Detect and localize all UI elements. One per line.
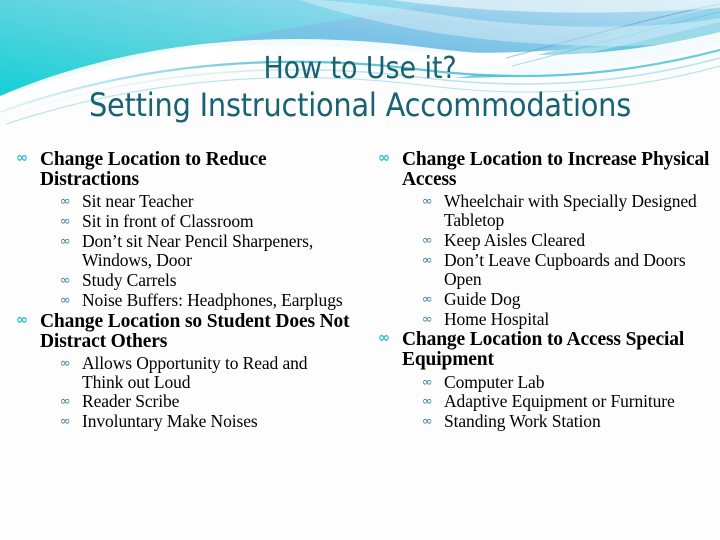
sub-list: ∞ Computer Lab ∞ Adaptive Equipment or F… (421, 371, 712, 432)
slide-title: How to Use it? Setting Instructional Acc… (0, 51, 720, 124)
sub-list: ∞ Allows Opportunity to Read and Think o… (59, 352, 350, 432)
presentation-slide: How to Use it? Setting Instructional Acc… (0, 0, 720, 540)
list-item-label: Change Location to Access Special Equipm… (402, 329, 685, 371)
list-item: ∞ Guide Dog (421, 288, 712, 309)
list-item-label: Wheelchair with Specially Designed Table… (444, 191, 697, 231)
list-item-heading: ∞ Change Location to Increase Physical A… (377, 149, 712, 328)
flourish-bullet-icon: ∞ (377, 330, 390, 347)
list-item-label: Computer Lab (444, 371, 545, 392)
list-item: ∞ Allows Opportunity to Read and Think o… (59, 352, 350, 392)
list-item-label: Allows Opportunity to Read and Think out… (82, 352, 308, 392)
list-item: ∞ Home Hospital (421, 308, 712, 329)
right-column: ∞ Change Location to Increase Physical A… (360, 149, 720, 433)
list-item: ∞ Study Carrels (59, 269, 350, 290)
list-item-heading: ∞ Change Location to Access Special Equi… (378, 330, 712, 431)
flourish-bullet-icon: ∞ (421, 231, 433, 247)
flourish-bullet-icon: ∞ (15, 150, 28, 166)
flourish-bullet-icon: ∞ (59, 291, 71, 307)
list-item-label: Don’t sit Near Pencil Sharpeners, Window… (82, 230, 314, 270)
flourish-bullet-icon: ∞ (421, 373, 433, 389)
list-item: ∞ Keep Aisles Cleared (421, 229, 712, 250)
list-item: ∞ Don’t sit Near Pencil Sharpeners, Wind… (60, 232, 350, 270)
list-item-label: Standing Work Station (444, 411, 601, 432)
list-item-label: Study Carrels (82, 269, 177, 290)
list-item-label: Reader Scribe (82, 391, 180, 412)
left-column: ∞ Change Location to Reduce Distractions… (0, 149, 360, 433)
list-item: ∞ Adaptive Equipment or Furniture (422, 392, 712, 411)
list-item-label: Home Hospital (444, 308, 550, 329)
flourish-bullet-icon: ∞ (59, 393, 71, 409)
flourish-bullet-icon: ∞ (421, 193, 433, 209)
flourish-bullet-icon: ∞ (59, 193, 71, 209)
list-item: ∞ Involuntary Make Noises (60, 412, 350, 431)
list-item-label: Keep Aisles Cleared (444, 229, 585, 250)
list-item-label: Noise Buffers: Headphones, Earplugs (82, 289, 343, 310)
list-item-label: Change Location so Student Does Not Dist… (40, 310, 350, 352)
list-item: ∞ Don’t Leave Cupboards and Doors Open (421, 249, 712, 289)
flourish-bullet-icon: ∞ (421, 310, 433, 326)
flourish-bullet-icon: ∞ (421, 290, 433, 306)
list-item-label: Sit near Teacher (82, 191, 194, 212)
list-item-label: Don’t Leave Cupboards and Doors Open (444, 249, 686, 289)
flourish-bullet-icon: ∞ (421, 251, 433, 267)
flourish-bullet-icon: ∞ (421, 413, 433, 429)
right-column-list: ∞ Change Location to Increase Physical A… (377, 149, 712, 431)
list-item: ∞ Computer Lab (421, 371, 712, 392)
list-item: ∞ Noise Buffers: Headphones, Earplugs (59, 289, 350, 310)
list-item-label: Involuntary Make Noises (82, 411, 258, 432)
list-item-heading: ∞ Change Location so Student Does Not Di… (15, 310, 350, 432)
slide-title-line-2: Setting Instructional Accommodations (88, 85, 632, 124)
list-item: ∞ Sit near Teacher (60, 192, 350, 211)
flourish-bullet-icon: ∞ (421, 393, 433, 409)
flourish-bullet-icon: ∞ (59, 271, 71, 287)
list-item: ∞ Wheelchair with Specially Designed Tab… (422, 192, 712, 230)
slide-body-columns: ∞ Change Location to Reduce Distractions… (0, 149, 720, 433)
flourish-bullet-icon: ∞ (377, 150, 390, 166)
list-item-label: Change Location to Increase Physical Acc… (402, 149, 710, 191)
list-item: ∞ Sit in front of Classroom (60, 212, 350, 231)
flourish-bullet-icon: ∞ (15, 311, 28, 328)
flourish-bullet-icon: ∞ (59, 413, 71, 429)
list-item: ∞ Reader Scribe (60, 392, 350, 411)
list-item: ∞ Standing Work Station (422, 412, 712, 431)
flourish-bullet-icon: ∞ (59, 354, 71, 370)
list-item-label: Sit in front of Classroom (82, 211, 254, 232)
list-item-label: Guide Dog (444, 288, 521, 309)
flourish-bullet-icon: ∞ (59, 232, 71, 248)
list-item-heading: ∞ Change Location to Reduce Distractions… (15, 149, 350, 310)
sub-list: ∞ Sit near Teacher ∞ Sit in front of Cla… (60, 192, 350, 309)
flourish-bullet-icon: ∞ (59, 213, 71, 229)
sub-list: ∞ Wheelchair with Specially Designed Tab… (422, 192, 712, 328)
left-column-list: ∞ Change Location to Reduce Distractions… (15, 149, 350, 432)
list-item-label: Change Location to Reduce Distractions (40, 149, 267, 191)
list-item-label: Adaptive Equipment or Furniture (444, 391, 675, 412)
slide-title-line-1: How to Use it? (263, 51, 457, 86)
